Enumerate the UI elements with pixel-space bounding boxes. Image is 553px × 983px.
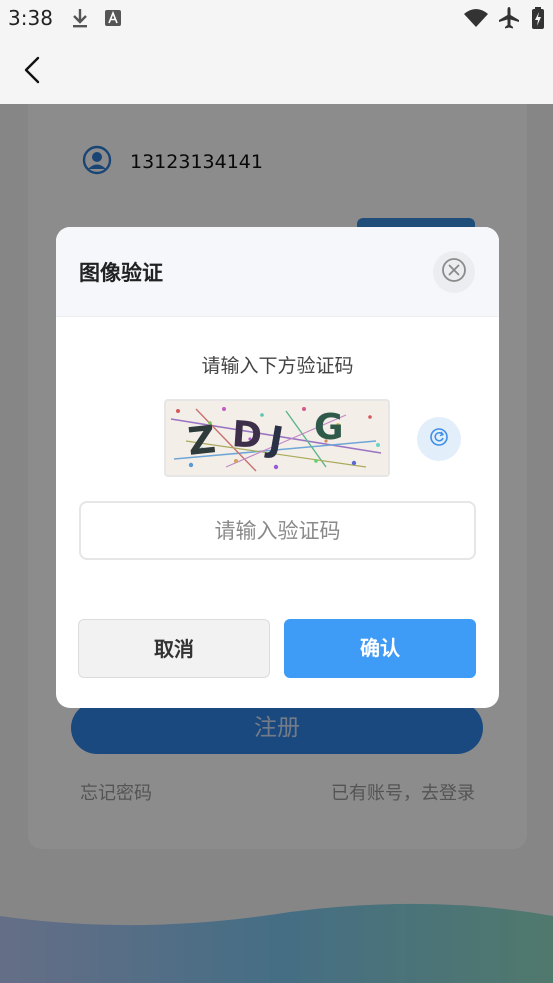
wifi-icon: [463, 6, 489, 34]
battery-icon: [531, 6, 545, 34]
captcha-glyph-1: Z: [186, 417, 218, 464]
chevron-left-icon: [18, 56, 50, 92]
status-bar: 3:38: [0, 0, 553, 38]
status-time: 3:38: [8, 6, 53, 30]
captcha-hint: 请输入下方验证码: [201, 355, 354, 377]
dialog-title: 图像验证: [79, 261, 163, 285]
captcha-image[interactable]: Z D J G: [164, 399, 390, 477]
app-icon: [104, 6, 122, 34]
captcha-dialog: 图像验证 请输入下方验证码 Z D J G 请输入验证码 取消 确认: [56, 227, 499, 708]
refresh-captcha-button[interactable]: [417, 417, 461, 461]
confirm-button[interactable]: 确认: [284, 619, 476, 678]
back-button[interactable]: [18, 52, 50, 88]
refresh-icon: [429, 427, 449, 451]
top-nav-bar: [0, 38, 553, 104]
captcha-input[interactable]: [79, 501, 476, 560]
captcha-glyph-4: G: [314, 407, 344, 448]
cancel-button[interactable]: 取消: [78, 619, 270, 678]
captcha-glyph-2: D: [231, 414, 264, 457]
download-icon: [70, 6, 90, 34]
close-button[interactable]: [433, 251, 475, 293]
airplane-icon: [497, 6, 521, 34]
close-circle-icon: [441, 257, 467, 287]
dialog-header: 图像验证: [56, 227, 499, 317]
